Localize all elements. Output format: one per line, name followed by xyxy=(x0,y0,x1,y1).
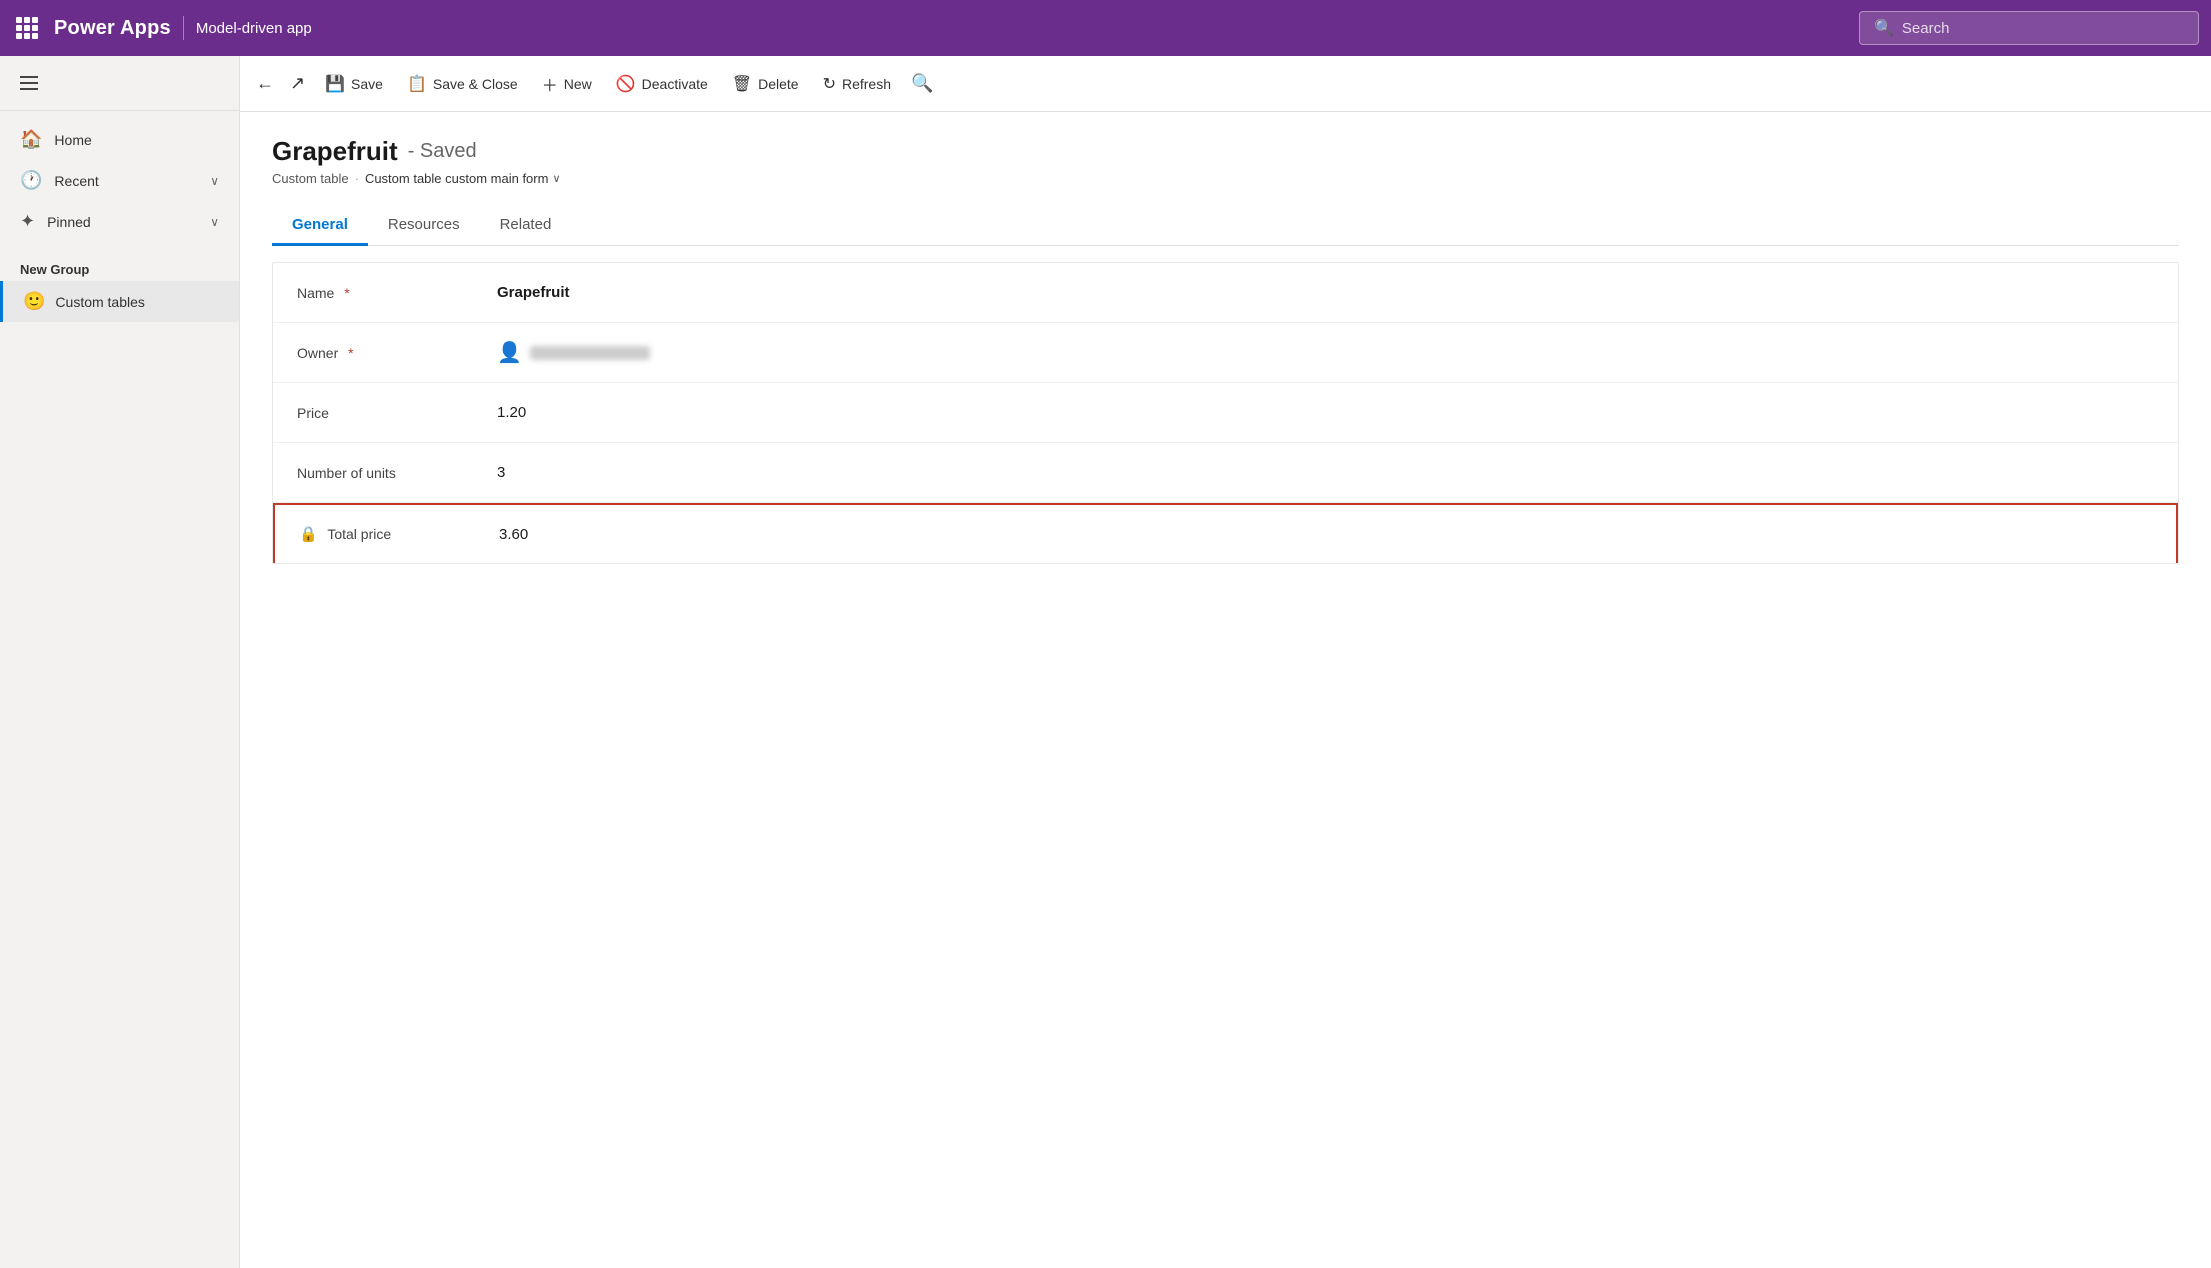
content-area: ← ↗ 💾 Save 📋 Save & Close ＋ New 🚫 Deacti… xyxy=(240,56,2211,1268)
sidebar: 🏠 Home 🕐 Recent ∨ ✦ Pinned ∨ New Group 🙂… xyxy=(0,56,240,1268)
open-icon: ↗ xyxy=(290,73,305,94)
form-row-units: Number of units 3 xyxy=(273,443,2178,503)
tab-resources[interactable]: Resources xyxy=(368,206,480,246)
hamburger-icon xyxy=(20,76,38,90)
record-status: - Saved xyxy=(408,140,477,163)
field-value-units[interactable]: 3 xyxy=(497,464,505,481)
breadcrumb-table[interactable]: Custom table xyxy=(272,171,349,186)
owner-person-icon: 👤 xyxy=(497,340,522,365)
new-label: New xyxy=(564,76,592,92)
sidebar-nav: 🏠 Home 🕐 Recent ∨ ✦ Pinned ∨ xyxy=(0,111,239,250)
toolbar-search-icon: 🔍 xyxy=(911,73,933,94)
toolbar-search-button[interactable]: 🔍 xyxy=(903,65,941,102)
tab-general[interactable]: General xyxy=(272,206,368,246)
field-label-price: Price xyxy=(297,405,497,421)
field-label-total-price: 🔒 Total price xyxy=(299,525,499,543)
top-header: Power Apps Model-driven app 🔍 xyxy=(0,0,2211,56)
deactivate-icon: 🚫 xyxy=(616,74,636,94)
deactivate-button[interactable]: 🚫 Deactivate xyxy=(604,66,720,102)
field-value-owner: 👤 xyxy=(497,340,650,365)
new-group-label: New Group xyxy=(0,250,239,281)
waffle-icon[interactable] xyxy=(12,13,42,43)
record-name: Grapefruit xyxy=(272,136,398,167)
breadcrumb-form[interactable]: Custom table custom main form ∨ xyxy=(365,171,561,186)
tabs: General Resources Related xyxy=(272,206,2179,246)
sidebar-item-label-home: Home xyxy=(54,132,219,148)
save-close-label: Save & Close xyxy=(433,76,518,92)
search-input[interactable] xyxy=(1902,20,2184,37)
field-value-price[interactable]: 1.20 xyxy=(497,404,526,421)
sidebar-top xyxy=(0,56,239,111)
deactivate-label: Deactivate xyxy=(642,76,708,92)
back-button[interactable]: ← xyxy=(248,65,282,102)
required-indicator-owner: * xyxy=(348,345,353,361)
delete-icon: 🗑 xyxy=(732,74,752,94)
save-icon: 💾 xyxy=(325,74,345,94)
lock-icon: 🔒 xyxy=(299,526,318,543)
record-title: Grapefruit - Saved xyxy=(272,136,2179,167)
header-divider xyxy=(183,16,184,40)
refresh-button[interactable]: ↻ Refresh xyxy=(811,66,903,102)
main-layout: 🏠 Home 🕐 Recent ∨ ✦ Pinned ∨ New Group 🙂… xyxy=(0,56,2211,1268)
page-content: Grapefruit - Saved Custom table · Custom… xyxy=(240,112,2211,1268)
home-icon: 🏠 xyxy=(20,129,42,150)
save-close-button[interactable]: 📋 Save & Close xyxy=(395,66,530,102)
field-value-name[interactable]: Grapefruit xyxy=(497,284,570,301)
field-label-owner: Owner * xyxy=(297,345,497,361)
form-section: Name * Grapefruit Owner * 👤 xyxy=(272,262,2179,564)
sidebar-item-custom-tables[interactable]: 🙂 Custom tables xyxy=(0,281,239,322)
pinned-icon: ✦ xyxy=(20,211,35,232)
save-label: Save xyxy=(351,76,383,92)
new-button[interactable]: ＋ New xyxy=(530,64,604,104)
recent-icon: 🕐 xyxy=(20,170,42,191)
sidebar-item-pinned[interactable]: ✦ Pinned ∨ xyxy=(0,201,239,242)
breadcrumb-separator: · xyxy=(355,171,359,186)
required-indicator-name: * xyxy=(344,285,349,301)
chevron-down-icon-pinned: ∨ xyxy=(210,215,219,229)
tab-related[interactable]: Related xyxy=(480,206,572,246)
custom-tables-emoji: 🙂 xyxy=(23,291,45,312)
app-title: Power Apps xyxy=(54,17,171,40)
save-close-icon: 📋 xyxy=(407,74,427,94)
sidebar-item-home[interactable]: 🏠 Home xyxy=(0,119,239,160)
form-row-total-price: 🔒 Total price 3.60 xyxy=(273,503,2178,563)
delete-button[interactable]: 🗑 Delete xyxy=(720,66,811,102)
sidebar-item-label-pinned: Pinned xyxy=(47,214,198,230)
sidebar-item-label-recent: Recent xyxy=(54,173,198,189)
app-context: Model-driven app xyxy=(196,20,312,37)
back-icon: ← xyxy=(256,73,274,94)
breadcrumb-chevron-icon: ∨ xyxy=(552,172,560,185)
breadcrumb-form-label: Custom table custom main form xyxy=(365,171,549,186)
save-button[interactable]: 💾 Save xyxy=(313,66,395,102)
search-bar[interactable]: 🔍 xyxy=(1859,11,2199,45)
new-icon: ＋ xyxy=(542,72,558,96)
field-label-name: Name * xyxy=(297,285,497,301)
owner-name-blurred xyxy=(530,346,650,360)
refresh-icon: ↻ xyxy=(823,74,836,94)
delete-label: Delete xyxy=(758,76,798,92)
refresh-label: Refresh xyxy=(842,76,891,92)
form-row-owner: Owner * 👤 xyxy=(273,323,2178,383)
form-row-price: Price 1.20 xyxy=(273,383,2178,443)
search-icon: 🔍 xyxy=(1874,18,1894,38)
open-record-button[interactable]: ↗ xyxy=(282,65,313,102)
sidebar-item-recent[interactable]: 🕐 Recent ∨ xyxy=(0,160,239,201)
chevron-down-icon: ∨ xyxy=(210,174,219,188)
form-row-name: Name * Grapefruit xyxy=(273,263,2178,323)
toolbar: ← ↗ 💾 Save 📋 Save & Close ＋ New 🚫 Deacti… xyxy=(240,56,2211,112)
field-value-total-price: 3.60 xyxy=(499,526,528,543)
breadcrumb: Custom table · Custom table custom main … xyxy=(272,171,2179,186)
hamburger-button[interactable] xyxy=(0,64,239,102)
sidebar-item-label-custom-tables: Custom tables xyxy=(55,294,144,310)
field-label-units: Number of units xyxy=(297,465,497,481)
